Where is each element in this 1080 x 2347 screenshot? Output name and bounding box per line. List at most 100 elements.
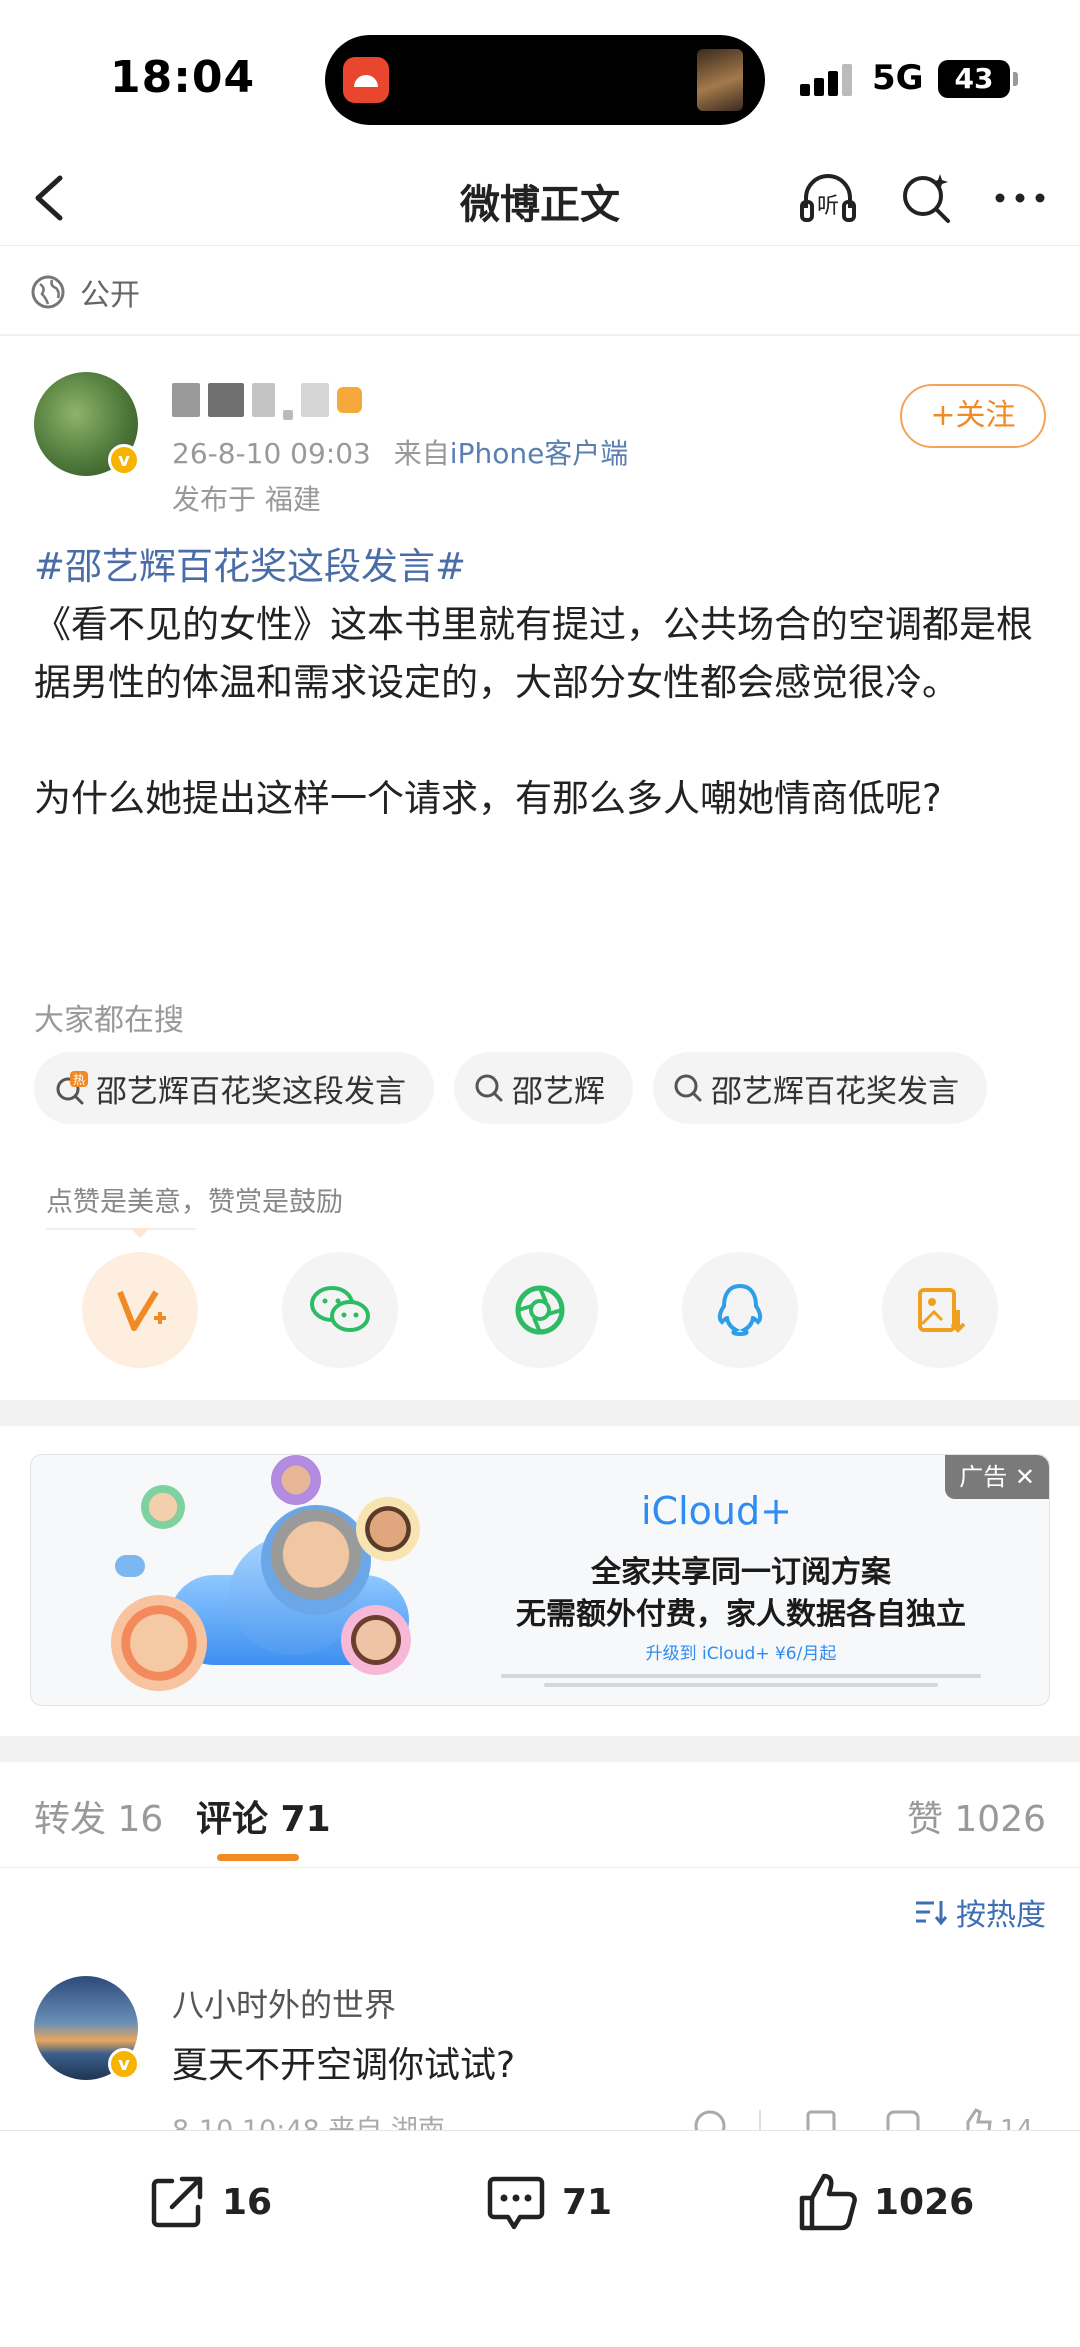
memoji-avatar — [356, 1497, 420, 1561]
search-button[interactable] — [896, 168, 956, 228]
ad-subheadline: 无需额外付费，家人数据各自独立 — [516, 1597, 966, 1632]
comment-text: 夏天不开空调你试试? — [172, 2045, 516, 2086]
verified-badge-icon: v — [108, 444, 140, 476]
tab-comment[interactable]: 评论 71 — [196, 1790, 331, 1842]
memoji-avatar — [261, 1505, 371, 1615]
reward-tip: 点赞是美意，赞赏是鼓励 — [46, 1187, 343, 1218]
commenter-name[interactable]: 八小时外的世界 — [172, 1980, 396, 2026]
thumbs-up-icon — [799, 2173, 857, 2231]
verified-badge-icon: v — [108, 2048, 140, 2080]
tip-divider — [46, 1228, 196, 1230]
wechat-icon — [310, 1286, 370, 1332]
post-source-prefix: 来自 — [393, 437, 450, 470]
share-wechat-button[interactable] — [282, 1252, 398, 1368]
ad-headline: 全家共享同一订阅方案 — [591, 1555, 891, 1590]
trending-search-label: 大家都在搜 — [34, 1003, 184, 1038]
post-location: 发布于 福建 — [172, 483, 321, 516]
active-tab-indicator — [217, 1854, 299, 1861]
section-gap — [0, 1400, 1080, 1426]
search-chip-label: 邵艺辉 — [512, 1073, 605, 1110]
post-body: #邵艺辉百花奖这段发言# 《看不见的女性》这本书里就有提过，公共场合的空调都是根… — [34, 538, 1050, 828]
like-count: 1026 — [874, 2181, 975, 2223]
search-icon — [674, 1074, 702, 1102]
like-icon — [966, 2108, 992, 2130]
search-chip-label: 邵艺辉百花奖这段发言 — [96, 1073, 406, 1110]
repost-button[interactable]: 16 — [146, 2167, 272, 2237]
author-name-redacted[interactable] — [172, 380, 362, 420]
hot-search-icon: 热 — [56, 1071, 88, 1105]
status-time: 18:04 — [110, 52, 256, 103]
search-chip[interactable]: 邵艺辉 — [454, 1052, 633, 1124]
comment-meta: 8-10 10:48 来自 湖南 — [172, 2108, 445, 2130]
comment-like-count: 14 — [1000, 2115, 1033, 2130]
repost-icon — [806, 2110, 836, 2130]
sort-label: 按热度 — [956, 1898, 1046, 1933]
post-hashtag[interactable]: #邵艺辉百花奖这段发言# — [34, 538, 1050, 596]
listen-label: 听 — [817, 194, 839, 219]
interaction-tabs: 转发 16 评论 71 赞 1026 — [0, 1768, 1080, 1868]
memoji-avatar — [141, 1485, 185, 1529]
comment-button[interactable]: 71 — [484, 2167, 612, 2237]
tab-like[interactable]: 赞 1026 — [907, 1790, 1046, 1842]
ad-fine-print — [501, 1669, 981, 1693]
search-icon — [475, 1074, 503, 1102]
comment-bubble-icon — [487, 2176, 545, 2230]
share-actions — [82, 1252, 1002, 1368]
trending-search-chips: 热 邵艺辉百花奖这段发言 邵艺辉 邵艺辉百花奖发言 — [34, 1052, 987, 1124]
repost-share-icon — [151, 2176, 203, 2228]
share-qq-button[interactable] — [682, 1252, 798, 1368]
ad-title: iCloud+ — [641, 1489, 792, 1533]
tab-repost[interactable]: 转发 16 — [34, 1790, 163, 1842]
cellular-signal-icon — [800, 62, 856, 96]
search-sparkle-icon — [903, 174, 950, 223]
repost-count: 16 — [222, 2181, 273, 2223]
memoji-avatar — [271, 1455, 321, 1505]
visibility-row: 公开 — [30, 262, 140, 322]
sort-toggle[interactable]: 按热度 — [914, 1890, 1046, 1934]
live-activity-app-icon — [343, 57, 389, 103]
post-paragraph: 为什么她提出这样一个请求，有那么多人嘲她情商低呢? — [34, 777, 942, 820]
tip-pointer — [130, 1228, 150, 1238]
search-chip[interactable]: 邵艺辉百花奖发言 — [653, 1052, 987, 1124]
memoji-avatar — [341, 1605, 411, 1675]
status-bar: 18:04 5G 43 — [0, 0, 1080, 150]
navigation-bar: 微博正文 听 — [0, 150, 1080, 246]
comment-count: 71 — [562, 2181, 613, 2223]
listen-button[interactable]: 听 — [798, 168, 858, 228]
section-gap — [0, 1736, 1080, 1762]
ad-cta-link[interactable]: 升级到 iCloud+ ¥6/月起 — [511, 1639, 971, 1664]
network-type: 5G — [872, 58, 924, 98]
more-button[interactable] — [990, 168, 1050, 228]
reply-icon — [886, 2110, 920, 2130]
like-button[interactable]: 1026 — [796, 2167, 974, 2237]
comment-actions: 14 — [690, 2106, 1050, 2130]
battery-indicator: 43 — [938, 60, 1018, 98]
dynamic-island[interactable] — [325, 35, 765, 125]
now-playing-artwork — [697, 49, 743, 111]
visibility-label: 公开 — [80, 278, 140, 313]
follow-button[interactable]: +关注 — [900, 384, 1046, 448]
memoji-avatar — [111, 1595, 207, 1691]
post-paragraph: 《看不见的女性》这本书里就有提过，公共场合的空调都是根据男性的体温和需求设定的，… — [34, 603, 1033, 704]
bottom-action-bar: 16 71 1026 — [0, 2130, 1080, 2347]
share-moments-button[interactable] — [482, 1252, 598, 1368]
save-image-button[interactable] — [882, 1252, 998, 1368]
ad-banner[interactable]: 广告 ✕ iCloud+ 全家共享同一订阅方案 无需额外付费，家人数据各自独立 … — [30, 1454, 1050, 1706]
reward-icon — [117, 1290, 166, 1331]
emoji-react-icon — [694, 2110, 726, 2130]
more-dots-icon — [995, 193, 1045, 203]
sort-icon — [916, 1901, 948, 1926]
save-image-icon — [918, 1288, 966, 1333]
ad-close-badge[interactable]: 广告 ✕ — [945, 1455, 1049, 1499]
post-source[interactable]: iPhone客户端 — [450, 437, 629, 470]
headphones-icon: 听 — [800, 174, 856, 222]
hot-badge: 热 — [73, 1073, 85, 1087]
post-time: 26-8-10 09:03 — [172, 437, 371, 470]
search-chip[interactable]: 热 邵艺辉百花奖这段发言 — [34, 1052, 434, 1124]
reward-button[interactable] — [82, 1252, 198, 1368]
cloud-glyph — [115, 1555, 145, 1577]
post-meta: 26-8-10 09:03 来自iPhone客户端 — [172, 432, 628, 472]
globe-icon — [31, 275, 65, 309]
moments-icon — [515, 1285, 565, 1335]
qq-icon — [717, 1283, 763, 1337]
